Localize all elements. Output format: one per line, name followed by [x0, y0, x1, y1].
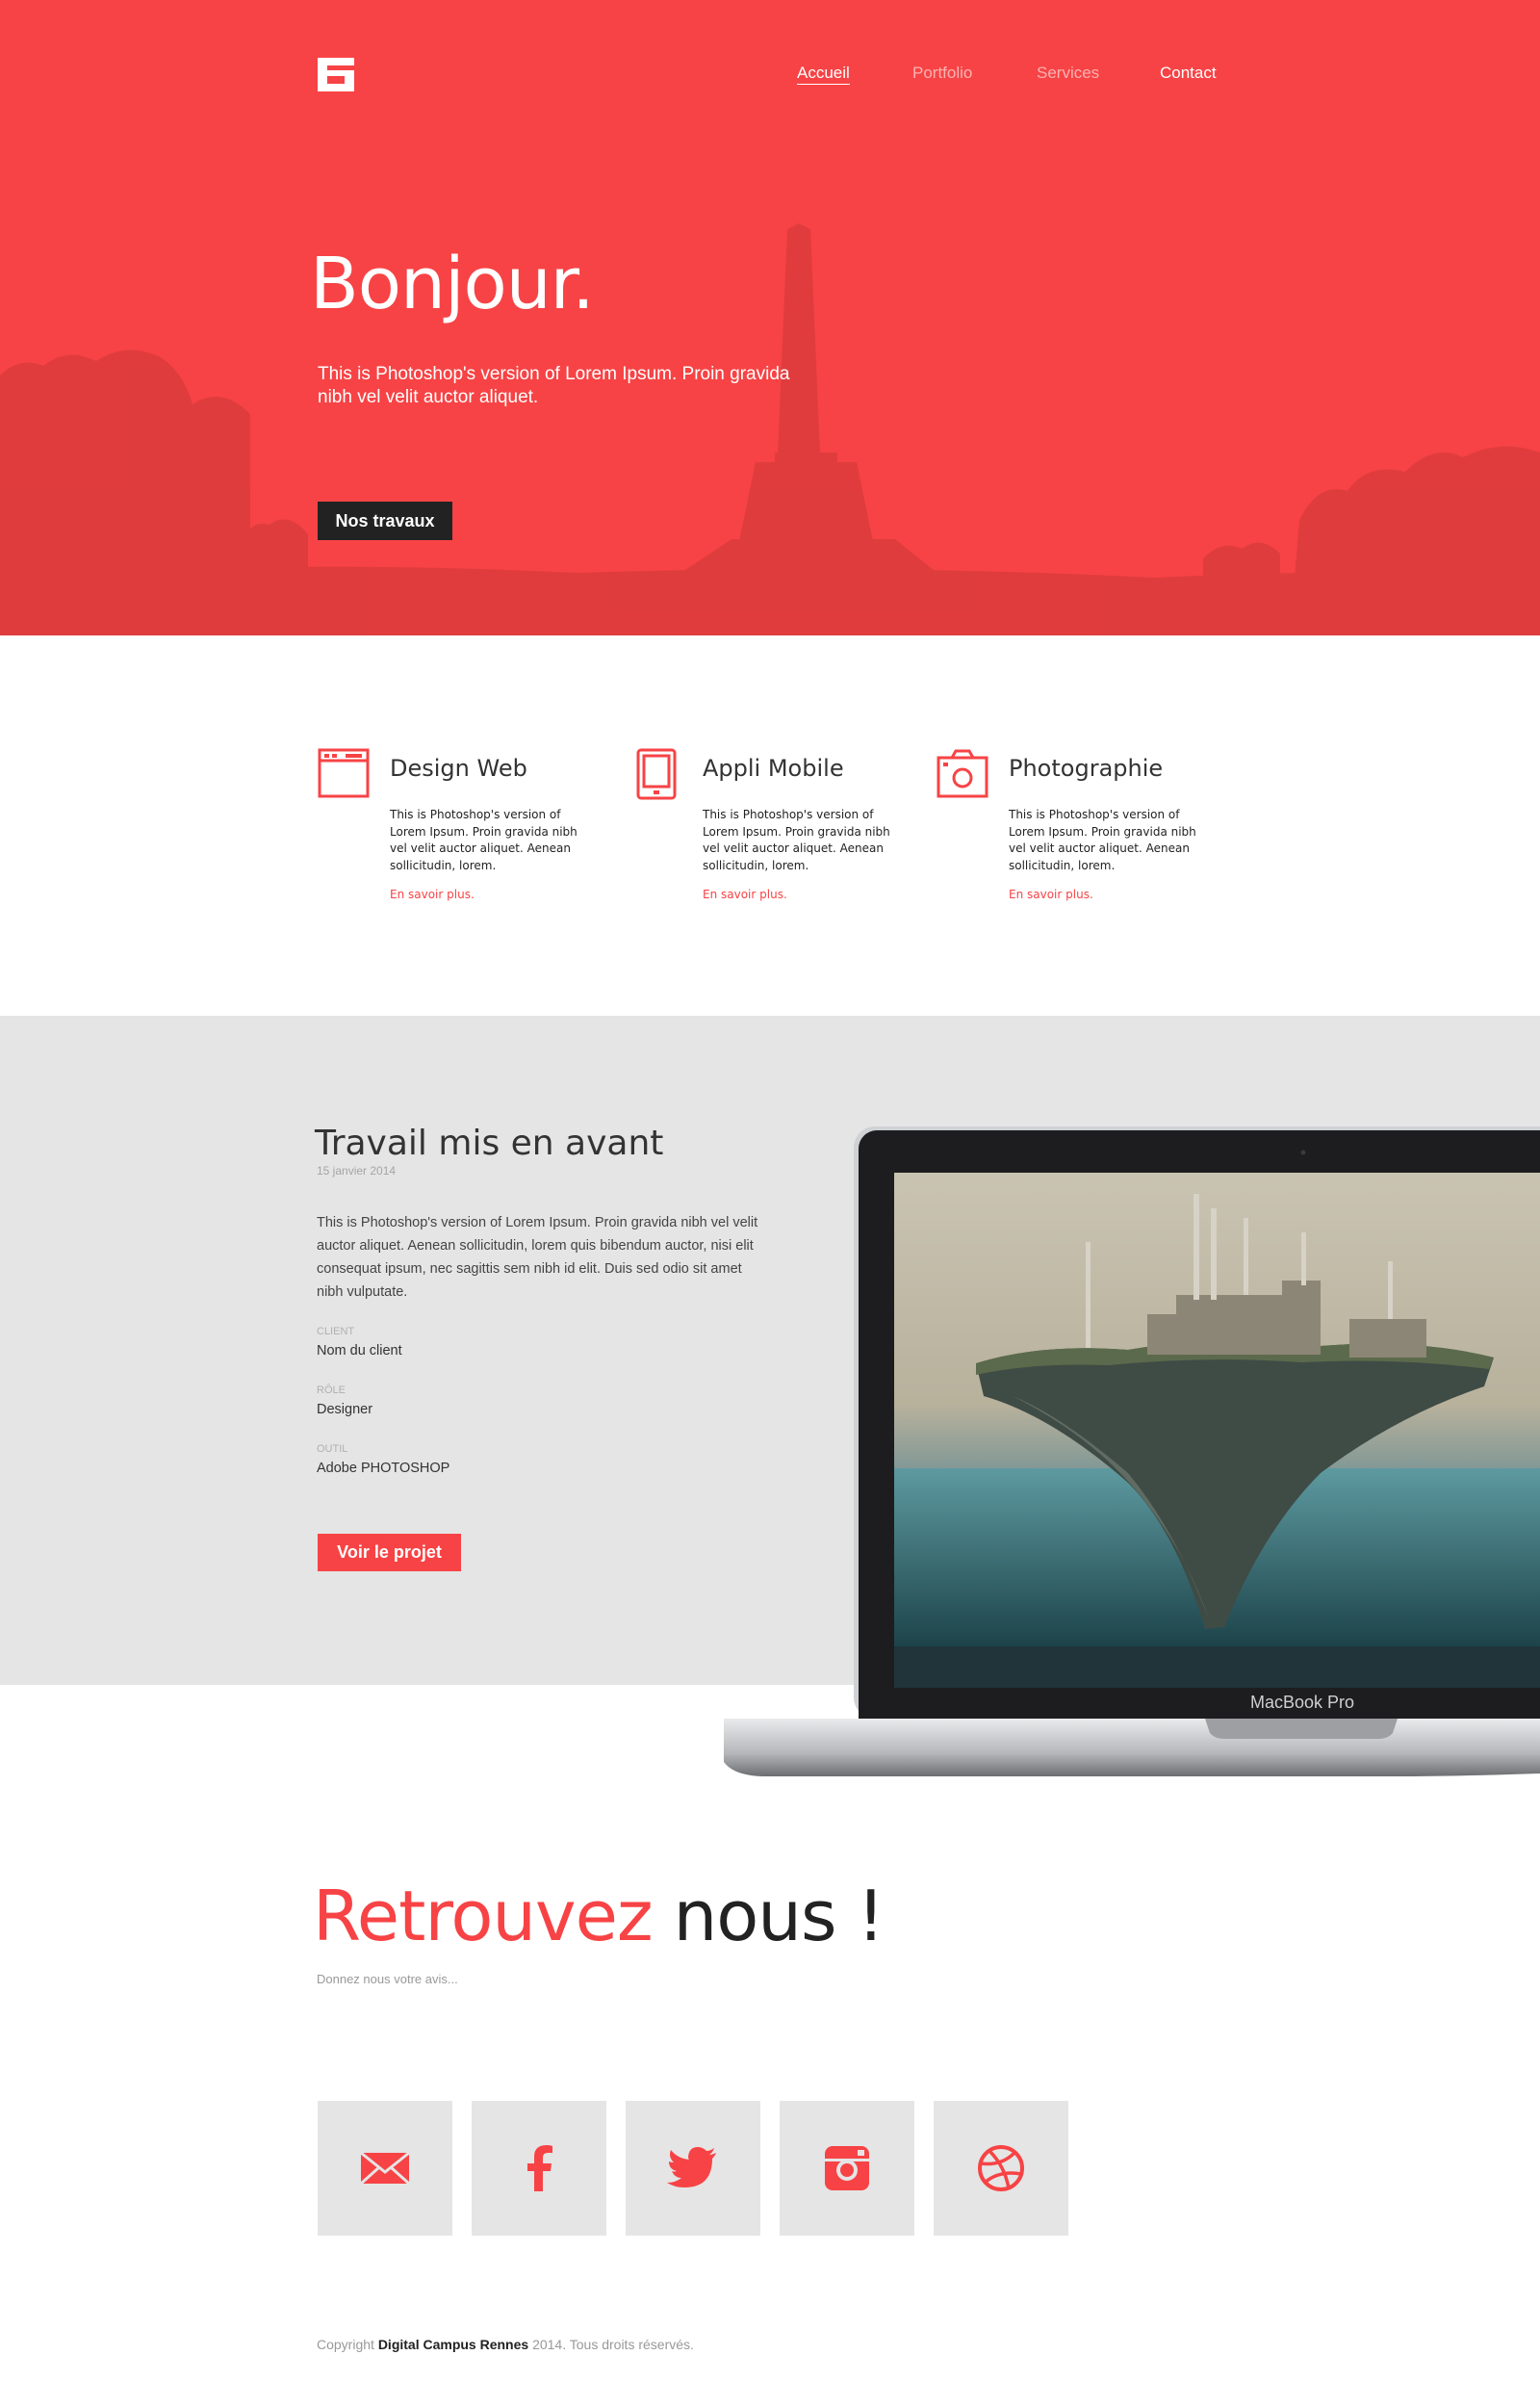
service-text: This is Photoshop's version of Lorem Ips… — [703, 808, 890, 872]
social-twitter-button[interactable] — [626, 2101, 760, 2236]
contact-title-accent: Retrouvez — [313, 1876, 654, 1956]
social-instagram-button[interactable] — [780, 2101, 914, 2236]
mail-icon — [359, 2151, 411, 2186]
instagram-icon — [825, 2146, 869, 2190]
meta-role-label: RÔLE — [317, 1385, 346, 1396]
service-photographie: Photographie This is Photoshop's version… — [937, 635, 1235, 901]
browser-window-icon — [318, 748, 370, 798]
meta-client-label: CLIENT — [317, 1326, 355, 1337]
view-project-button[interactable]: Voir le projet — [318, 1534, 461, 1571]
hero-title: Bonjour. — [310, 243, 595, 325]
footer-prefix: Copyright — [317, 2337, 378, 2352]
meta-role-value: Designer — [317, 1402, 373, 1417]
contact-subtitle: Donnez nous votre avis... — [317, 1972, 458, 1986]
contact-title: Retrouvez nous ! — [313, 1876, 886, 1956]
service-title: Design Web — [390, 755, 527, 782]
dribbble-icon — [978, 2145, 1024, 2191]
nav-item-portfolio[interactable]: Portfolio — [912, 64, 972, 83]
social-mail-button[interactable] — [318, 2101, 452, 2236]
meta-tool-value: Adobe PHOTOSHOP — [317, 1461, 450, 1476]
service-title: Photographie — [1009, 755, 1164, 782]
facebook-icon — [527, 2145, 552, 2191]
social-facebook-button[interactable] — [472, 2101, 606, 2236]
service-text: This is Photoshop's version of Lorem Ips… — [390, 808, 578, 872]
camera-icon — [937, 749, 988, 798]
meta-client-value: Nom du client — [317, 1343, 402, 1359]
learn-more-link[interactable]: En savoir plus. — [703, 888, 787, 901]
meta-tool-label: OUTIL — [317, 1443, 348, 1455]
laptop-label: MacBook Pro — [1250, 1693, 1354, 1712]
featured-description: This is Photoshop's version of Lorem Ips… — [317, 1215, 758, 1300]
service-appli-mobile: Appli Mobile This is Photoshop's version… — [630, 635, 929, 901]
nav-item-accueil[interactable]: Accueil — [797, 64, 850, 85]
service-design-web: Design Web This is Photoshop's version o… — [318, 635, 616, 901]
main-nav: Accueil Portfolio Services Contact — [0, 64, 1540, 87]
social-dribbble-button[interactable] — [934, 2101, 1068, 2236]
nav-item-services[interactable]: Services — [1037, 64, 1099, 83]
footer-brand: Digital Campus Rennes — [377, 2337, 529, 2352]
service-title: Appli Mobile — [703, 755, 844, 782]
footer-suffix: 2014. Tous droits réservés. — [528, 2337, 694, 2352]
mobile-phone-icon — [636, 748, 677, 800]
twitter-icon — [667, 2147, 716, 2187]
learn-more-link[interactable]: En savoir plus. — [390, 888, 475, 901]
learn-more-link[interactable]: En savoir plus. — [1009, 888, 1093, 901]
laptop-mockup: MacBook Pro — [724, 1126, 1540, 1776]
hero-text: This is Photoshop's version of Lorem Ips… — [318, 364, 790, 407]
city-silhouette-background — [0, 223, 1540, 635]
contact-title-rest: nous ! — [652, 1876, 886, 1956]
footer-copyright: Copyright Digital Campus Rennes 2014. To… — [317, 2337, 694, 2352]
our-work-button[interactable]: Nos travaux — [318, 502, 452, 540]
hero-section: Accueil Portfolio Services Contact Bonjo… — [0, 0, 1540, 635]
nav-item-contact[interactable]: Contact — [1160, 64, 1217, 83]
featured-title: Travail mis en avant — [315, 1124, 664, 1163]
featured-date: 15 janvier 2014 — [317, 1164, 397, 1178]
services-section: Design Web This is Photoshop's version o… — [0, 635, 1540, 1016]
service-text: This is Photoshop's version of Lorem Ips… — [1009, 808, 1196, 872]
